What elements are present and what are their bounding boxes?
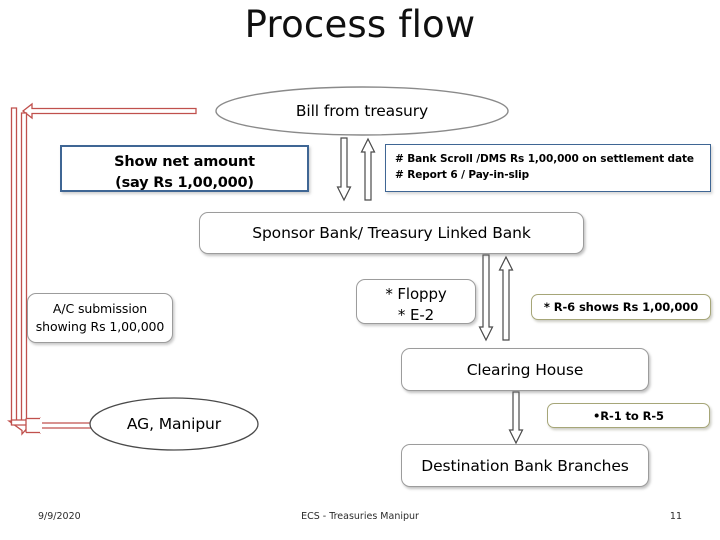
slide-footer: 9/9/2020 ECS - Treasuries Manipur 11 (0, 500, 720, 540)
bank-scroll-line-1: # Bank Scroll /DMS Rs 1,00,000 on settle… (395, 153, 694, 165)
floppy-line-1: * Floppy (385, 285, 447, 303)
node-ag-manipur: AG, Manipur (126, 415, 222, 433)
node-sponsor-bank: Sponsor Bank/ Treasury Linked Bank (199, 212, 584, 254)
show-net-amount-line-2: (say Rs 1,00,000) (115, 175, 254, 191)
footer-page-number: 11 (669, 511, 682, 522)
arrow-down-sponsor-to-clearing (478, 254, 494, 342)
slide-canvas: Process flow Bill from treasury Show net… (0, 0, 720, 540)
arrow-up-sponsor-to-bill (360, 137, 376, 201)
ac-submission-line-2: showing Rs 1,00,000 (35, 319, 165, 334)
ac-submission-line-1: A/C submission (52, 301, 148, 316)
show-net-amount-line-1: Show net amount (114, 154, 255, 170)
node-ac-submission: A/C submission showing Rs 1,00,000 (27, 293, 173, 343)
node-r1-to-r5-note: •R-1 to R-5 (547, 403, 710, 428)
arrow-down-bill-to-sponsor (336, 137, 352, 202)
arrow-up-clearing-to-sponsor (498, 255, 514, 341)
node-clearing-house: Clearing House (401, 348, 649, 391)
arrow-down-clearing-to-destination (508, 391, 524, 445)
footer-label: ECS - Treasuries Manipur (301, 511, 419, 522)
node-r6-note: * R-6 shows Rs 1,00,000 (531, 294, 711, 320)
node-destination-bank-branches: Destination Bank Branches (401, 444, 649, 487)
node-bill-from-treasury: Bill from treasury (295, 102, 429, 120)
bank-scroll-line-2: # Report 6 / Pay-in-slip (395, 169, 530, 181)
node-floppy-e2: * Floppy * E-2 (356, 279, 476, 324)
floppy-line-2: * E-2 (397, 306, 435, 324)
node-bank-scroll-note: # Bank Scroll /DMS Rs 1,00,000 on settle… (385, 144, 711, 192)
node-show-net-amount: Show net amount (say Rs 1,00,000) (60, 145, 309, 192)
